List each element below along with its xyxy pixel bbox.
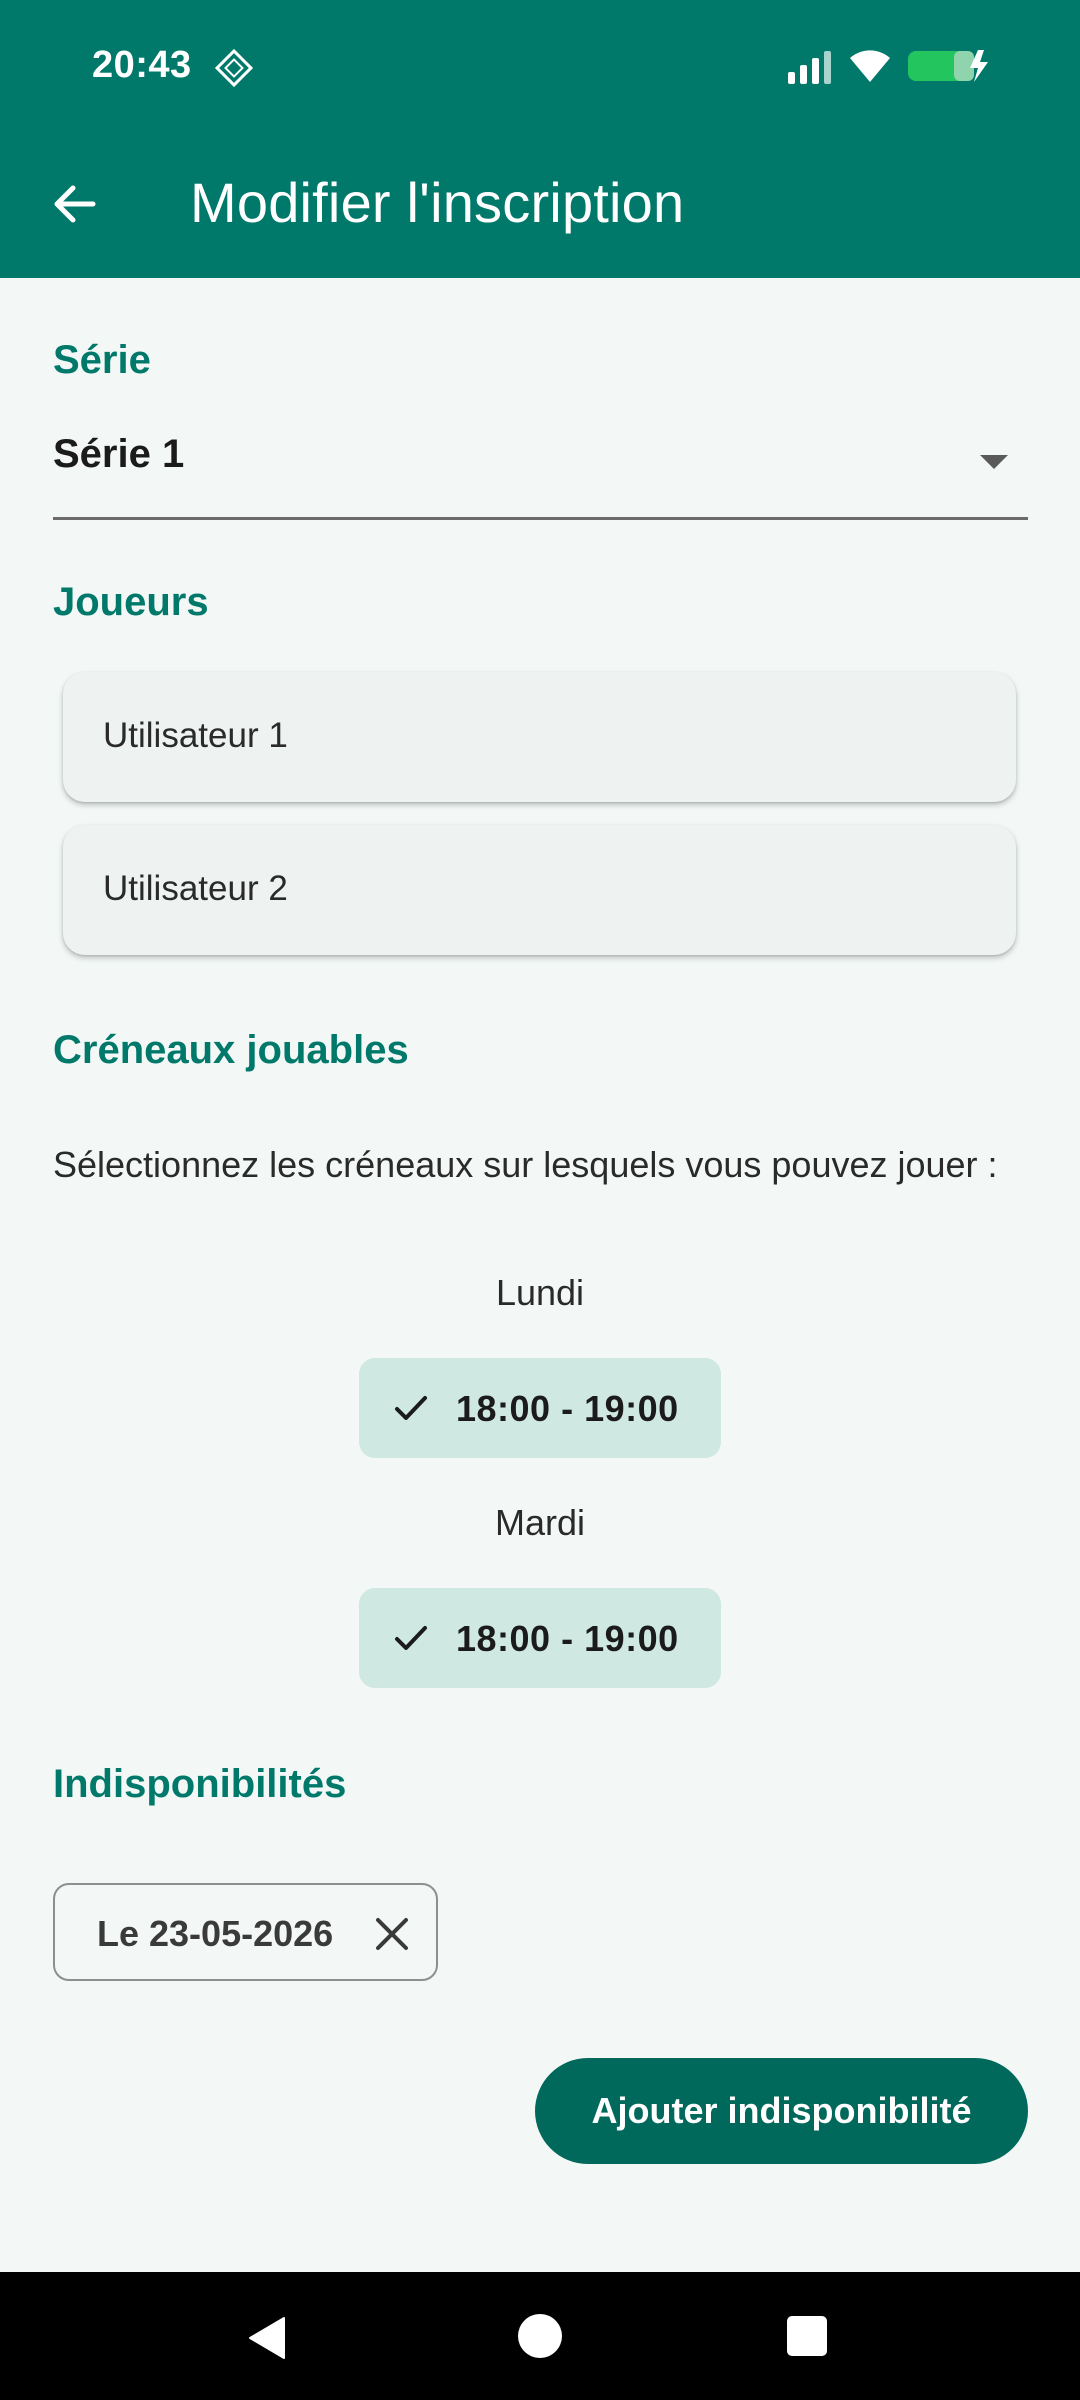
signal-icon xyxy=(788,51,831,84)
battery-charging-icon xyxy=(908,50,988,82)
arrow-back-icon xyxy=(54,185,96,223)
nav-home-icon[interactable] xyxy=(518,2314,562,2358)
add-unavailability-button[interactable]: Ajouter indisponibilité xyxy=(535,2058,1028,2164)
nav-recents-icon[interactable] xyxy=(787,2316,827,2356)
wifi-icon xyxy=(850,50,890,82)
slots-section-title: Créneaux jouables xyxy=(53,1028,409,1072)
check-icon xyxy=(395,1396,427,1420)
player-name: Utilisateur 2 xyxy=(103,869,288,908)
unavailability-chip-label: Le 23-05-2026 xyxy=(97,1913,334,1954)
slots-instructions: Sélectionnez les créneaux sur lesquels v… xyxy=(53,1144,998,1185)
day-label: Lundi xyxy=(495,1272,585,1313)
page-title: Modifier l'inscription xyxy=(190,171,685,234)
status-time: 20:43 xyxy=(92,44,192,86)
player-card[interactable]: Utilisateur 1 xyxy=(63,672,1016,802)
unavailability-section-title: Indisponibilités xyxy=(53,1762,347,1806)
slot-time: 18:00 - 19:00 xyxy=(456,1388,679,1429)
check-icon xyxy=(395,1626,427,1650)
player-name: Utilisateur 1 xyxy=(103,716,288,755)
serie-selected-value: Série 1 xyxy=(53,432,185,476)
unavailability-chip[interactable]: Le 23-05-2026 xyxy=(53,1883,438,1981)
day-label: Mardi xyxy=(494,1502,586,1543)
dropdown-arrow-icon xyxy=(980,455,1008,469)
nav-back-icon[interactable] xyxy=(244,2314,292,2362)
serie-section-title: Série xyxy=(53,338,151,382)
slot-time: 18:00 - 19:00 xyxy=(456,1618,679,1659)
back-button[interactable] xyxy=(40,170,108,238)
app-bar: Modifier l'inscription xyxy=(0,132,1080,278)
sim-icon xyxy=(214,48,254,88)
status-bar: 20:43 xyxy=(0,0,1080,132)
players-section-title: Joueurs xyxy=(53,580,209,624)
player-card[interactable]: Utilisateur 2 xyxy=(63,825,1016,955)
close-icon[interactable] xyxy=(373,1915,411,1953)
system-nav-bar xyxy=(0,2272,1080,2400)
slot-chip-lundi[interactable]: 18:00 - 19:00 xyxy=(359,1358,721,1458)
slot-chip-mardi[interactable]: 18:00 - 19:00 xyxy=(359,1588,721,1688)
serie-dropdown[interactable]: Série 1 xyxy=(53,420,1028,520)
